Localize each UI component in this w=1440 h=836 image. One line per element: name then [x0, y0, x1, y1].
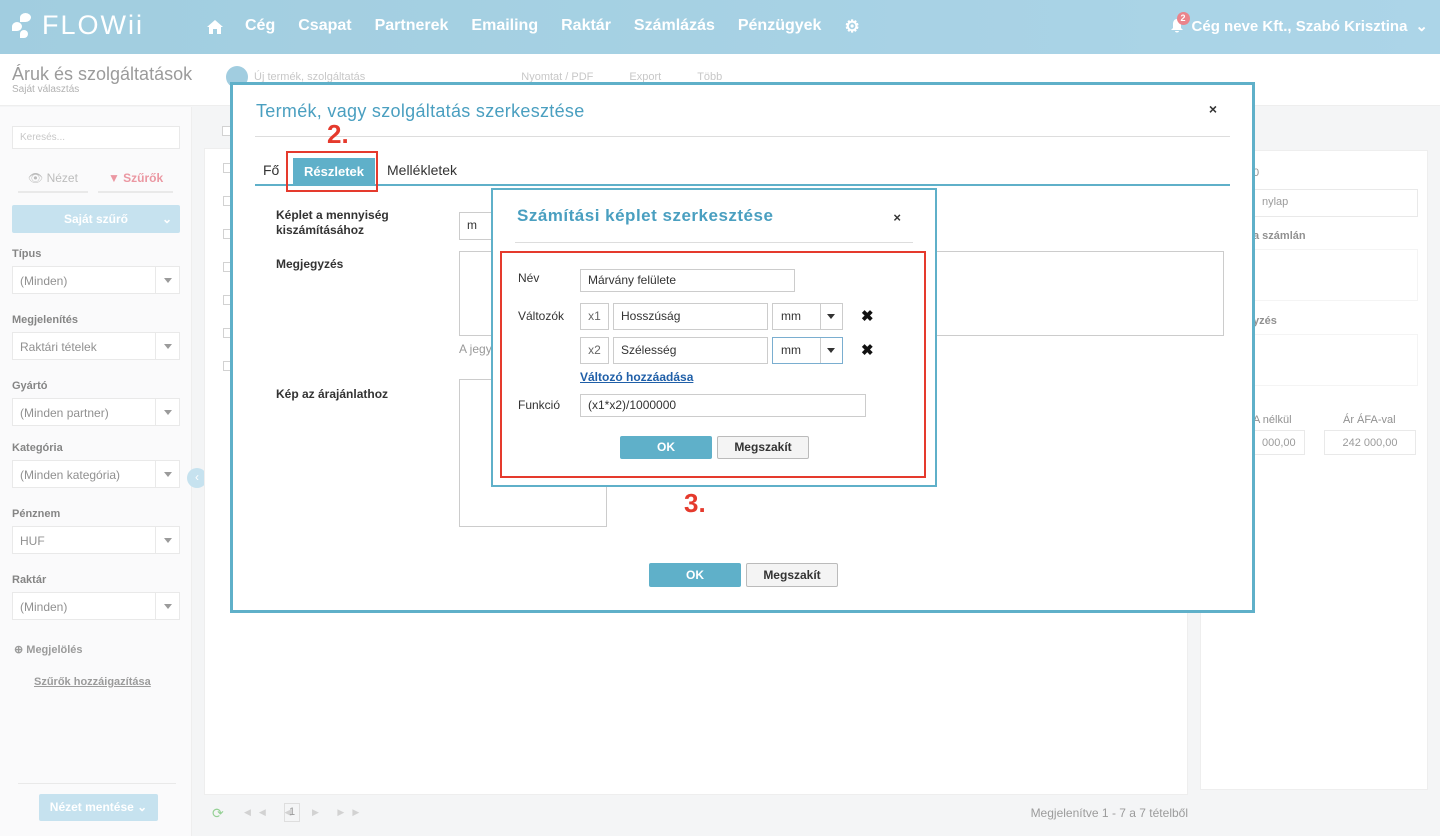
tab-attachments[interactable]: Mellékletek — [387, 162, 457, 178]
close-icon[interactable]: × — [1209, 101, 1217, 117]
close-icon[interactable]: × — [893, 210, 901, 225]
formula-editor-title: Számítási képlet szerkesztése — [517, 206, 774, 225]
annotation-step3: 3. — [684, 488, 706, 518]
note-label: Megjegyzés — [276, 257, 344, 271]
annotation-box-step2 — [286, 151, 378, 192]
image-label: Kép az árajánlathoz — [276, 387, 389, 401]
annotation-step2: 2. — [327, 119, 349, 149]
ok-button[interactable]: OK — [649, 563, 741, 587]
cancel-button[interactable]: Megszakít — [746, 563, 838, 587]
annotation-box-step3 — [500, 251, 926, 478]
formula-label: Képlet a mennyiség kiszámításához — [276, 208, 389, 237]
tab-main[interactable]: Fő — [263, 162, 279, 178]
modal-title: Termék, vagy szolgáltatás szerkesztése — [256, 101, 585, 121]
formula-field[interactable]: m — [459, 212, 494, 240]
note-hint: A jegy — [459, 342, 492, 356]
modal-tabs: Fő Részletek Mellékletek — [255, 158, 1230, 186]
